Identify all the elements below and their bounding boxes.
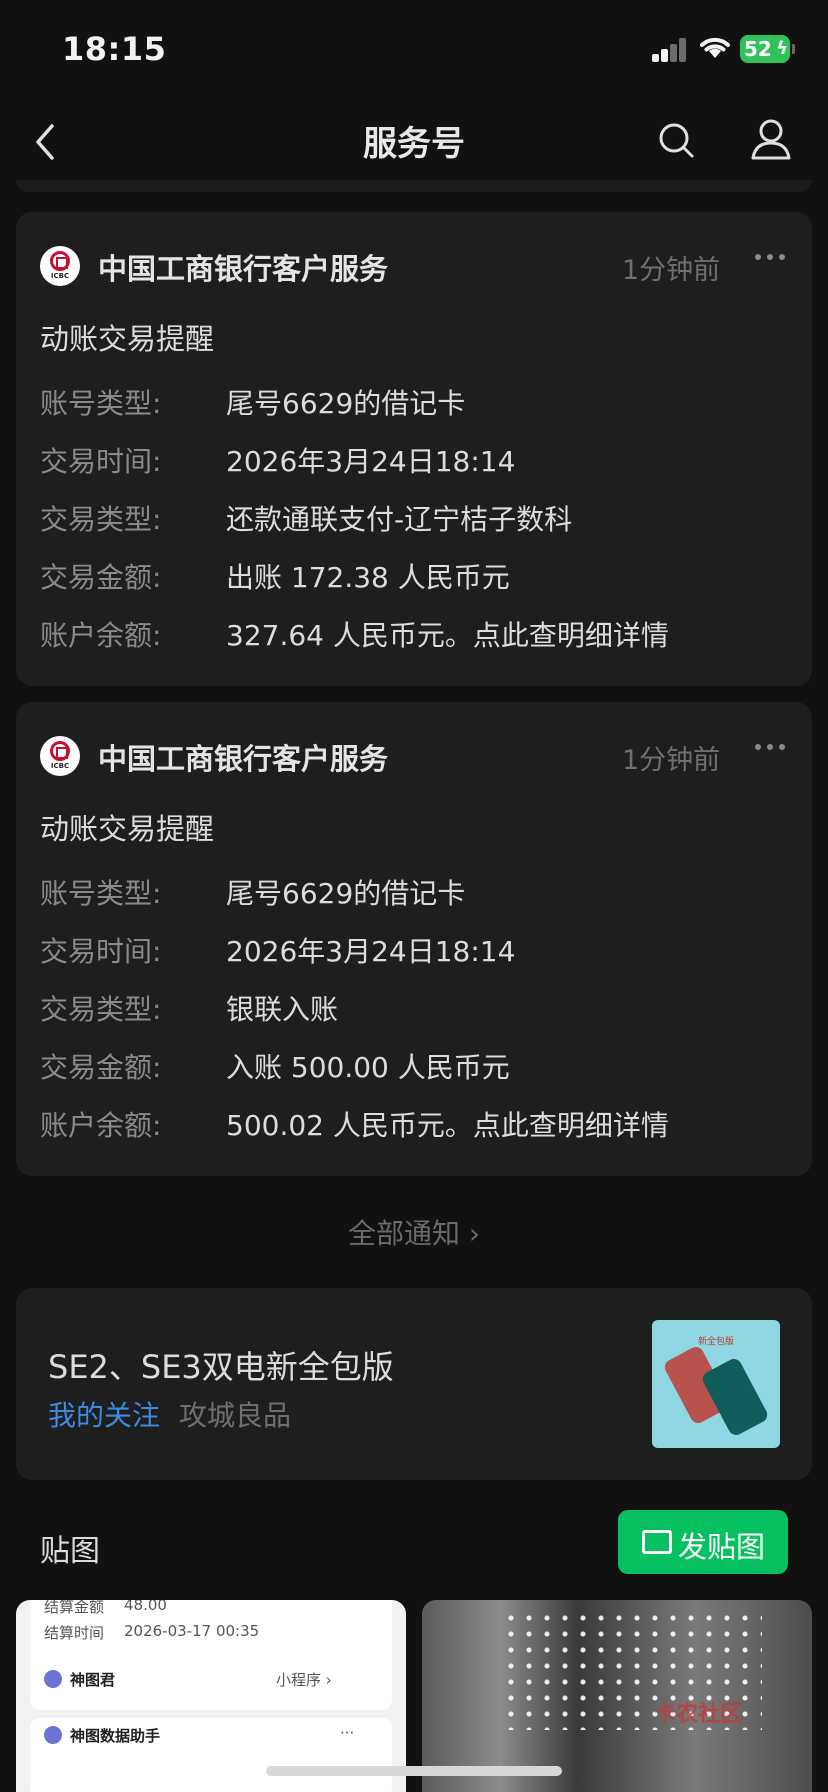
notification-card[interactable]: ICBC 中国工商银行客户服务 1分钟前 动账交易提醒 账号类型: 尾号6629… — [16, 212, 812, 686]
more-icon[interactable] — [750, 732, 790, 762]
battery-icon: 52 ϟ — [740, 35, 790, 63]
field-value: 尾号6629的借记卡 — [226, 387, 466, 420]
icbc-logo-icon: ICBC — [40, 736, 80, 776]
page-title: 服务号 — [363, 124, 465, 164]
status-time: 18:15 — [62, 30, 167, 68]
timestamp: 1分钟前 — [622, 745, 721, 776]
field-label: 交易类型: — [40, 993, 162, 1026]
thumbnail-caption: 新全包版 — [697, 1337, 734, 1347]
cellular-signal-icon — [652, 38, 688, 62]
tile-text: 48.00 — [124, 1600, 167, 1614]
sticker-tile[interactable]: 结算金额 48.00 结算时间 2026-03-17 00:35 神图君 小程序… — [16, 1600, 406, 1792]
profile-icon[interactable] — [748, 116, 794, 162]
card-heading: 动账交易提醒 — [40, 322, 215, 356]
balance-details-link[interactable]: 327.64 人民币元。点此查明细详情 — [226, 614, 669, 654]
all-notices-link[interactable]: 全部通知 › — [0, 1212, 828, 1252]
previous-card-edge — [16, 180, 812, 192]
tile-assistant-name: 神图数据助手 — [70, 1727, 161, 1745]
field-label: 交易时间: — [40, 935, 162, 968]
nav-bar: 服务号 — [0, 100, 828, 184]
article-title[interactable]: SE2、SE3双电新全包版 — [48, 1342, 394, 1388]
sender-name[interactable]: 中国工商银行客户服务 — [98, 246, 388, 288]
picture-icon — [642, 1530, 672, 1554]
sender-name[interactable]: 中国工商银行客户服务 — [98, 736, 388, 778]
article-thumbnail[interactable]: 新全包版 — [652, 1320, 780, 1448]
tile-more-icon: ··· — [340, 1724, 355, 1742]
app-avatar — [44, 1670, 62, 1688]
timestamp: 1分钟前 — [622, 255, 721, 286]
home-indicator[interactable] — [266, 1766, 562, 1776]
tile-text: 2026-03-17 00:35 — [124, 1622, 260, 1640]
field-value: 出账 172.38 人民币元 — [226, 561, 510, 594]
field-label: 账户余额: — [40, 1109, 162, 1142]
battery-tip — [792, 44, 795, 54]
assistant-avatar — [44, 1726, 62, 1744]
field-value: 尾号6629的借记卡 — [226, 877, 466, 910]
following-tag: 我的关注 — [48, 1399, 161, 1432]
sticker-tile[interactable]: 卡农社区 — [422, 1600, 812, 1792]
battery-level: 52 — [744, 37, 772, 61]
tile-receipt: 结算金额 48.00 结算时间 2026-03-17 00:35 神图君 小程序… — [30, 1600, 392, 1710]
field-value: 2026年3月24日18:14 — [226, 935, 516, 968]
watermark-text: 卡农社区 — [654, 1702, 743, 1727]
post-sticker-label: 发贴图 — [678, 1530, 766, 1564]
wifi-icon — [700, 37, 730, 58]
icbc-logo-icon: ICBC — [40, 246, 80, 286]
field-value: 2026年3月24日18:14 — [226, 445, 516, 478]
field-value: 还款通联支付-辽宁桔子数科 — [226, 503, 573, 536]
field-label: 账户余额: — [40, 619, 162, 652]
field-label: 交易时间: — [40, 445, 162, 478]
article-card[interactable]: SE2、SE3双电新全包版 我的关注 攻城良品 新全包版 — [16, 1288, 812, 1480]
search-icon[interactable] — [656, 118, 696, 162]
stickers-section-title: 贴图 — [40, 1534, 100, 1569]
tile-text: 结算时间 — [44, 1624, 105, 1642]
field-value: 银联入账 — [226, 993, 339, 1026]
balance-details-link[interactable]: 500.02 人民币元。点此查明细详情 — [226, 1104, 669, 1144]
field-label: 交易类型: — [40, 503, 162, 536]
post-sticker-button[interactable]: 发贴图 — [618, 1510, 788, 1574]
field-value: 入账 500.00 人民币元 — [226, 1051, 510, 1084]
field-label: 交易金额: — [40, 1051, 162, 1084]
charging-bolt-icon: ϟ — [776, 38, 788, 59]
article-source: 攻城良品 — [179, 1399, 292, 1432]
field-label: 账号类型: — [40, 877, 162, 910]
card-heading: 动账交易提醒 — [40, 812, 215, 846]
tile-app-name: 神图君 — [70, 1671, 116, 1689]
field-label: 账号类型: — [40, 387, 162, 420]
status-bar: 18:15 52 ϟ — [0, 0, 828, 100]
field-label: 交易金额: — [40, 561, 162, 594]
notification-card[interactable]: ICBC 中国工商银行客户服务 1分钟前 动账交易提醒 账号类型: 尾号6629… — [16, 702, 812, 1176]
tile-mini-program: 小程序 › — [276, 1671, 332, 1689]
tile-text: 结算金额 — [44, 1600, 105, 1616]
tile-assistant-card: 神图数据助手 ··· — [30, 1718, 392, 1792]
more-icon[interactable] — [750, 242, 790, 272]
